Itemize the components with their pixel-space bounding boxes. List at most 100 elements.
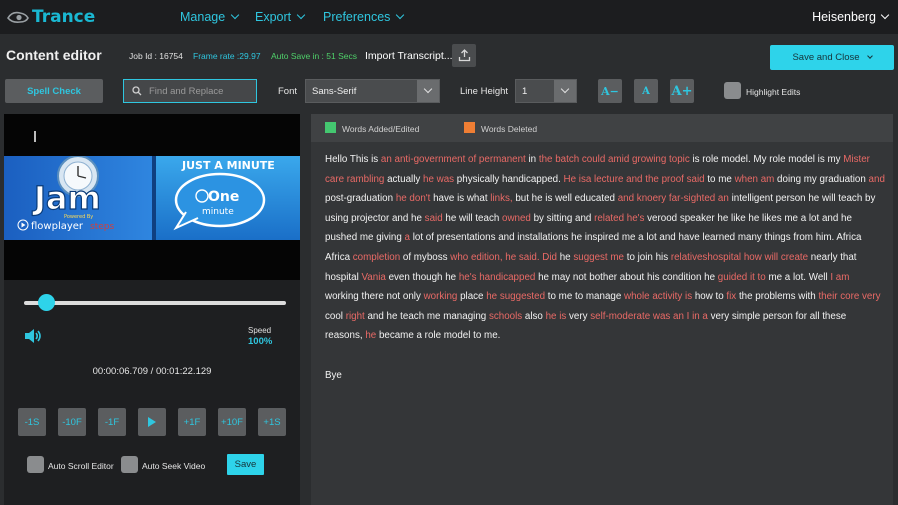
editor-panel: Words Added/Edited Words Deleted Hello T… (311, 114, 893, 505)
video-player[interactable]: Jam Powered By flowplayer steps JUST A M… (4, 156, 300, 240)
transcript-word: he will teach (442, 212, 503, 224)
transcript-word: have is what (430, 193, 491, 205)
deleted-word: the batch could amid growing topic (538, 154, 690, 165)
volume-button[interactable] (24, 328, 42, 349)
chevron-down-icon (396, 10, 405, 20)
thumb-jam-text: Jam (32, 179, 101, 217)
transcript-word: even though he (385, 271, 459, 283)
thumb-just-a-minute: JUST A MINUTE (181, 159, 275, 172)
transcript-paragraph: Hello This is an anti-government of perm… (325, 150, 885, 346)
chevron-down-icon (866, 52, 873, 59)
reset-font-button[interactable]: A (634, 79, 658, 103)
menu-manage[interactable]: Manage (180, 10, 240, 24)
video-cursor-mark (34, 131, 36, 142)
transcript-word: he (557, 251, 574, 263)
deleted-word: he's handicapped (458, 271, 536, 283)
menu-export[interactable]: Export (255, 10, 306, 24)
back-10-frames-button[interactable]: -10F (58, 408, 86, 436)
deleted-word: working (423, 291, 458, 303)
deleted-word: He isa lecture and the proof said (563, 173, 705, 185)
video-letterbox-bottom (4, 240, 300, 280)
line-height-select[interactable]: 1 (515, 79, 577, 103)
transcript-word: also (522, 310, 546, 322)
font-select[interactable]: Sans-Serif (305, 79, 440, 103)
transcript-word: me a lot. Well (765, 271, 831, 283)
import-transcript-link[interactable]: Import Transcript... (365, 50, 453, 62)
auto-scroll-label: Auto Scroll Editor (48, 461, 114, 471)
added-legend-label: Words Added/Edited (342, 124, 420, 134)
spell-check-button[interactable]: Spell Check (5, 79, 103, 103)
thumb-one: One (208, 189, 239, 205)
chevron-down-icon (230, 10, 240, 20)
deleted-word: he don't (395, 193, 431, 205)
deleted-word: he was (423, 173, 455, 185)
transcript-word: is role model. My role model is my (689, 154, 844, 165)
app-logo[interactable]: Trance (6, 7, 95, 27)
video-thumbnail: Jam Powered By flowplayer steps JUST A M… (4, 156, 300, 240)
menu-export-label: Export (255, 10, 292, 24)
deleted-word: said (424, 212, 443, 224)
logo-text: Trance (32, 7, 96, 27)
transcript-word: the problems with (736, 291, 819, 303)
seek-handle[interactable] (38, 294, 56, 311)
auto-scroll-checkbox[interactable] (27, 456, 44, 473)
forward-1-second-button[interactable]: +1S (258, 408, 286, 436)
highlight-edits-checkbox[interactable] (724, 82, 741, 99)
transcript-word: doing my graduation (774, 173, 869, 185)
deleted-word: who edition, he said. Did (450, 251, 557, 263)
increase-font-button[interactable]: A+ (670, 79, 694, 103)
seek-bar[interactable] (24, 301, 286, 305)
font-select-arrow (417, 80, 439, 102)
font-select-value: Sans-Serif (312, 85, 357, 97)
transcript-word: how to (692, 291, 727, 303)
deleted-swatch (464, 122, 475, 133)
decrease-font-button[interactable]: A− (598, 79, 622, 103)
forward-1-frame-button[interactable]: +1F (178, 408, 206, 436)
logo-icon (7, 11, 29, 23)
added-swatch (325, 122, 336, 133)
back-1-frame-button[interactable]: -1F (98, 408, 126, 436)
save-button[interactable]: Save (227, 454, 264, 475)
transcript-word: physically handicapped. (454, 173, 564, 185)
thumb-flowplayer: flowplayer (31, 221, 84, 232)
deleted-word: when am (734, 173, 775, 185)
transcript-word: and he teach me managing (364, 310, 489, 322)
user-name: Heisenberg (812, 10, 876, 24)
transcript-word: Hello This is (325, 154, 381, 165)
transcript-closing: Bye (325, 369, 342, 381)
deleted-word: their core very (818, 291, 881, 303)
menu-preferences-label: Preferences (323, 10, 391, 24)
transcript-word: actually (384, 173, 424, 185)
speed-value[interactable]: 100% (248, 336, 272, 347)
transcript-word: of myboss (400, 251, 451, 263)
transcript-word: to join his (624, 251, 671, 263)
find-and-replace-input[interactable]: Find and Replace (123, 79, 257, 103)
line-height-select-arrow (554, 80, 576, 102)
play-button[interactable] (138, 408, 166, 436)
auto-seek-checkbox[interactable] (121, 456, 138, 473)
user-menu[interactable]: Heisenberg (812, 10, 890, 24)
thumb-powered-by: Powered By (64, 214, 93, 220)
upload-button[interactable] (452, 44, 476, 67)
deleted-word: guided it to (717, 271, 766, 283)
transcript-editor[interactable]: Hello This is an anti-government of perm… (325, 150, 885, 385)
deleted-word: suggest me (573, 251, 624, 263)
transcript-word: but he is well educated (512, 193, 618, 205)
save-and-close-button[interactable]: Save and Close (770, 45, 894, 70)
video-letterbox-top (4, 114, 300, 156)
forward-10-frames-button[interactable]: +10F (218, 408, 246, 436)
search-icon (132, 86, 142, 96)
line-height-value: 1 (522, 85, 528, 97)
top-navbar: Trance Manage Export Preferences Heisenb… (0, 0, 898, 34)
speaker-icon (25, 329, 41, 343)
deleted-word: and (868, 173, 885, 185)
play-icon (148, 417, 156, 427)
menu-manage-label: Manage (180, 10, 226, 24)
deleted-word: and knoery far-sighted an (617, 193, 729, 205)
time-display: 00:00:06.709 / 00:01:22.129 (92, 366, 212, 377)
save-and-close-label: Save and Close (792, 52, 860, 63)
thumb-minute: minute (202, 207, 234, 217)
menu-preferences[interactable]: Preferences (323, 10, 405, 24)
back-1-second-button[interactable]: -1S (18, 408, 46, 436)
chevron-down-icon (423, 84, 433, 94)
